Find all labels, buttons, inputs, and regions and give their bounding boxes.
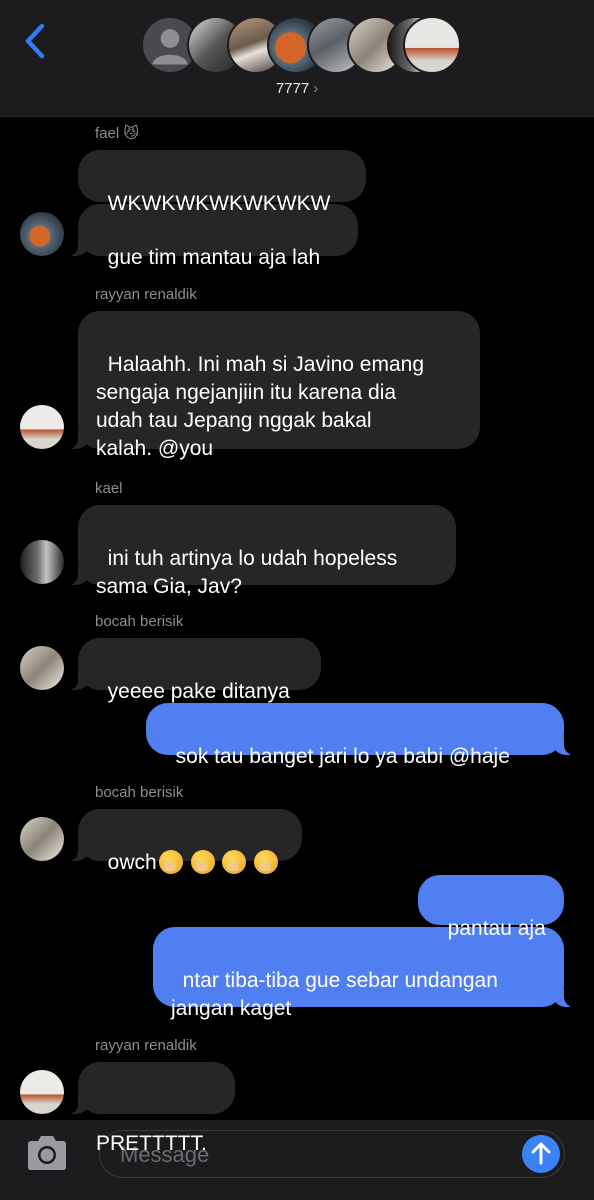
composer-bar: Message bbox=[0, 1120, 594, 1200]
avatar[interactable] bbox=[20, 817, 64, 861]
incoming-message[interactable]: owch bbox=[66, 809, 302, 874]
incoming-message[interactable]: yeeee pake ditanya bbox=[66, 638, 321, 703]
avatar[interactable] bbox=[20, 540, 64, 584]
arrow-up-icon[interactable] bbox=[522, 1135, 560, 1173]
camera-icon[interactable] bbox=[24, 1134, 70, 1172]
avatar bbox=[403, 16, 461, 74]
incoming-message[interactable]: ini tuh artinya lo udah hopeless sama Gi… bbox=[66, 505, 456, 598]
sender-name: bocah berisik bbox=[95, 613, 184, 630]
sender-name: kael bbox=[95, 480, 123, 497]
avatar[interactable] bbox=[20, 1070, 64, 1114]
group-name[interactable]: 7777 › bbox=[0, 80, 594, 97]
outgoing-message[interactable]: sok tau banget jari lo ya babi @haje bbox=[146, 703, 576, 768]
sender-name: fael 😼 bbox=[95, 125, 139, 142]
sender-name: bocah berisik bbox=[95, 784, 184, 801]
cat-emoji: 😼 bbox=[123, 125, 139, 142]
incoming-message[interactable]: WKWKWKWKWKWKW bbox=[78, 150, 366, 215]
sender-name: rayyan renaldik bbox=[95, 1037, 197, 1054]
chevron-left-icon[interactable] bbox=[18, 22, 52, 60]
face-with-hand-over-mouth-icon bbox=[190, 850, 215, 874]
sender-name: rayyan renaldik bbox=[95, 286, 197, 303]
group-avatar-stack[interactable] bbox=[141, 16, 461, 76]
chevron-right-icon: › bbox=[313, 80, 319, 97]
incoming-message[interactable]: Halaahh. Ini mah si Javino emang sengaja… bbox=[66, 311, 480, 460]
incoming-message[interactable]: PRETTTTT. bbox=[66, 1062, 235, 1155]
avatar[interactable] bbox=[20, 405, 64, 449]
outgoing-message[interactable]: pantau aja bbox=[418, 875, 564, 940]
face-with-hand-over-mouth-icon bbox=[222, 850, 247, 874]
avatar[interactable] bbox=[20, 212, 64, 256]
face-with-hand-over-mouth-icon bbox=[158, 850, 183, 874]
avatar[interactable] bbox=[20, 646, 64, 690]
conversation-header: 7777 › bbox=[0, 0, 594, 117]
face-with-hand-over-mouth-icon bbox=[254, 850, 279, 874]
